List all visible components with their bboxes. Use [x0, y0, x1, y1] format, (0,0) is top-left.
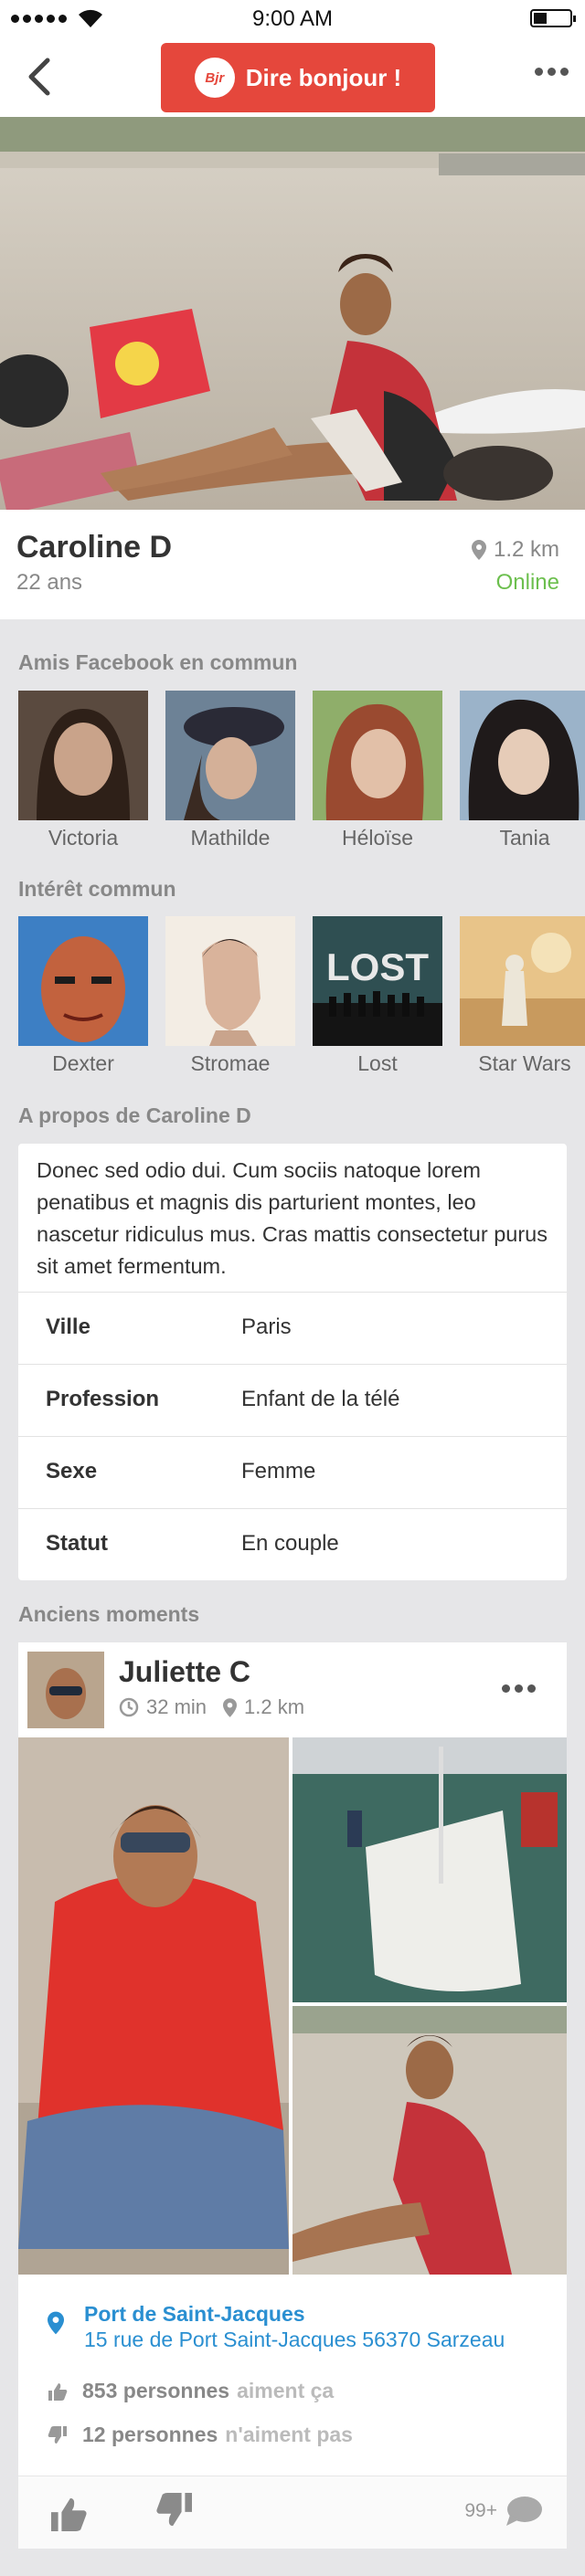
about-card: Donec sed odio dui. Cum sociis natoque l…	[18, 1144, 567, 1580]
clock-icon	[119, 1697, 139, 1717]
avatar[interactable]	[27, 1652, 104, 1728]
more-dots-icon[interactable]	[535, 68, 569, 76]
info-row-relationship: Statut En couple	[18, 1508, 567, 1579]
interest-name: Stromae	[190, 1051, 271, 1075]
comments-button[interactable]: 99+	[464, 2495, 543, 2528]
interests-list: Dexter Stromae LOST Lost Star Wars	[0, 916, 585, 1077]
dislikes-count: 12 personnes	[82, 2423, 218, 2446]
info-value: En couple	[241, 1531, 339, 1556]
likes-count: 853 personnes	[82, 2379, 230, 2402]
interest-photo	[18, 916, 148, 1046]
distance-value: 1.2 km	[493, 537, 559, 562]
thumbs-up-icon	[48, 2382, 68, 2401]
friend-item[interactable]: Héloïse	[313, 691, 442, 850]
thumbs-down-icon	[48, 2425, 67, 2444]
like-button[interactable]	[49, 2497, 88, 2531]
info-value: Femme	[241, 1459, 316, 1483]
comment-bubble-icon	[506, 2497, 542, 2526]
friend-name: Victoria	[48, 826, 119, 850]
place-name[interactable]: Port de Saint-Jacques	[84, 2302, 305, 2327]
info-value: Enfant de la télé	[241, 1387, 400, 1411]
friend-name: Mathilde	[190, 826, 271, 850]
say-hello-label: Dire bonjour !	[245, 63, 402, 91]
friend-item[interactable]: Victoria	[18, 691, 148, 850]
online-status: Online	[495, 570, 559, 595]
info-row-city: Ville Paris	[18, 1292, 567, 1363]
interest-name: Lost	[357, 1051, 398, 1075]
friends-list: Victoria Mathilde Héloïse Tania	[0, 691, 585, 851]
moment-distance: 1.2 km	[244, 1695, 305, 1718]
status-bar: 9:00 AM	[0, 0, 585, 37]
location-pin-icon	[223, 1697, 238, 1717]
moments-section-title: Anciens moments	[18, 1602, 200, 1626]
moment-time: 32 min	[146, 1695, 207, 1718]
about-section-title: A propos de Caroline D	[18, 1103, 251, 1127]
moment-username[interactable]: Juliette C	[119, 1655, 250, 1689]
friend-name: Héloïse	[342, 826, 413, 850]
friend-photo	[165, 691, 295, 820]
comments-count: 99+	[464, 2500, 497, 2521]
info-key: Statut	[46, 1531, 108, 1556]
friend-item[interactable]: Mathilde	[165, 691, 295, 850]
friend-item[interactable]: Tania	[460, 691, 585, 850]
interests-section-title: Intérêt commun	[18, 877, 176, 901]
moment-meta: 32 min 1.2 km	[119, 1695, 321, 1719]
friends-section-title: Amis Facebook en commun	[18, 650, 298, 674]
profile-distance: 1.2 km	[471, 537, 559, 563]
dislike-button[interactable]	[155, 2493, 194, 2528]
back-arrow-icon[interactable]	[22, 55, 58, 99]
profile-photo[interactable]	[0, 117, 585, 510]
lost-poster-title: LOST	[326, 945, 429, 988]
info-value: Paris	[241, 1314, 292, 1339]
interest-item[interactable]: LOST Lost	[313, 916, 442, 1076]
about-description: Donec sed odio dui. Cum sociis natoque l…	[37, 1158, 548, 1278]
interest-photo	[460, 916, 585, 1046]
moment-photo-main[interactable]	[18, 1737, 289, 2275]
profile-name: Caroline D	[16, 530, 173, 565]
dislikes-summary[interactable]: 12 personnes n'aiment pas	[48, 2423, 353, 2447]
info-key: Sexe	[46, 1459, 98, 1483]
status-time: 9:00 AM	[251, 6, 334, 31]
top-navbar: Bjr Dire bonjour !	[0, 37, 585, 117]
moment-photo-beach[interactable]	[292, 2006, 567, 2275]
info-row-gender: Sexe Femme	[18, 1436, 567, 1507]
interest-photo	[165, 916, 295, 1046]
interest-item[interactable]: Star Wars	[460, 916, 585, 1076]
friend-photo	[18, 691, 148, 820]
say-hello-button[interactable]: Bjr Dire bonjour !	[161, 43, 435, 112]
interest-item[interactable]: Dexter	[18, 916, 148, 1076]
hello-logo: Bjr	[194, 58, 235, 98]
info-key: Ville	[46, 1314, 90, 1339]
dislikes-text: n'aiment pas	[225, 2423, 353, 2446]
profile-header: Caroline D 22 ans 1.2 km Online	[0, 510, 585, 619]
interest-name: Star Wars	[478, 1051, 571, 1075]
interest-photo: LOST	[313, 916, 442, 1046]
moment-card: Juliette C 32 min 1.2 km Port de Saint-J…	[18, 1642, 567, 2549]
moment-photo-boat[interactable]	[292, 1737, 567, 2002]
more-dots-icon[interactable]	[502, 1684, 536, 1693]
info-row-profession: Profession Enfant de la télé	[18, 1364, 567, 1435]
place-address[interactable]: 15 rue de Port Saint-Jacques 56370 Sarze…	[84, 2328, 505, 2352]
likes-summary[interactable]: 853 personnes aiment ça	[48, 2379, 334, 2403]
battery-icon	[530, 9, 576, 27]
friend-photo	[313, 691, 442, 820]
moment-actions-bar: 99+	[18, 2476, 567, 2549]
info-key: Profession	[46, 1387, 160, 1411]
location-pin-icon	[471, 540, 486, 560]
interest-item[interactable]: Stromae	[165, 916, 295, 1076]
interest-name: Dexter	[52, 1051, 114, 1075]
friend-photo	[460, 691, 585, 820]
likes-text: aiment ça	[237, 2379, 335, 2402]
friend-name: Tania	[499, 826, 550, 850]
profile-age: 22 ans	[16, 570, 83, 595]
location-pin-icon	[48, 2311, 64, 2335]
